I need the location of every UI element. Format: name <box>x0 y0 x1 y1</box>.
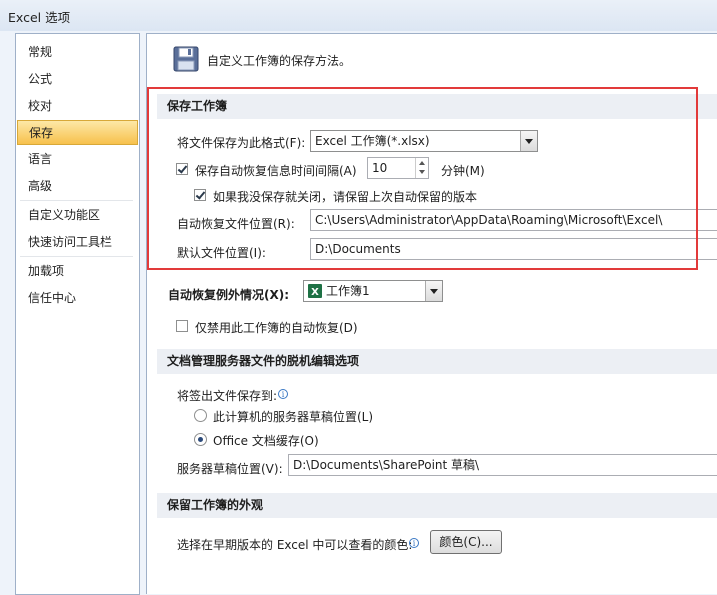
drafts-location-value: D:\Documents\SharePoint 草稿\ <box>293 458 480 472</box>
sidebar-item-proofing[interactable]: 校对 <box>17 94 138 119</box>
drafts-location-input[interactable]: D:\Documents\SharePoint 草稿\ <box>288 454 717 476</box>
sidebar-divider <box>20 256 133 257</box>
excel-workbook-icon: X <box>308 284 322 298</box>
sidebar-divider <box>20 200 133 201</box>
radio-office-cache[interactable] <box>194 433 207 446</box>
autorecover-exceptions-dropdown[interactable]: X 工作簿1 <box>303 280 443 302</box>
sidebar-item-customize-ribbon[interactable]: 自定义功能区 <box>17 203 138 228</box>
section-header-offline-editing: 文档管理服务器文件的脱机编辑选项 <box>157 349 717 374</box>
highlight-annotation-box <box>147 87 698 270</box>
colors-button[interactable]: 颜色(C)... <box>430 530 502 554</box>
sidebar-item-trust-center[interactable]: 信任中心 <box>17 286 138 311</box>
colors-label: 选择在早期版本的 Excel 中可以查看的颜色: <box>177 538 413 552</box>
options-sidebar: 常规 公式 校对 保存 语言 高级 自定义功能区 快速访问工具栏 加载项 信任中… <box>15 33 140 595</box>
sidebar-item-general[interactable]: 常规 <box>17 40 138 65</box>
info-icon: i <box>409 538 419 548</box>
sidebar-item-formulas[interactable]: 公式 <box>17 67 138 92</box>
radio-office-cache-label: Office 文档缓存(O) <box>213 434 319 448</box>
save-disk-icon <box>173 46 199 72</box>
svg-text:X: X <box>311 287 319 298</box>
dropdown-arrow-icon[interactable] <box>425 281 442 301</box>
radio-server-drafts[interactable] <box>194 409 207 422</box>
sidebar-item-add-ins[interactable]: 加载项 <box>17 259 138 284</box>
sidebar-item-advanced[interactable]: 高级 <box>17 174 138 199</box>
disable-autorecover-checkbox[interactable] <box>176 320 188 332</box>
sidebar-item-language[interactable]: 语言 <box>17 147 138 172</box>
drafts-location-label: 服务器草稿位置(V): <box>177 462 283 476</box>
autorecover-exceptions-label: 自动恢复例外情况(X): <box>168 288 290 302</box>
save-checked-out-label: 将签出文件保存到: <box>177 389 278 403</box>
info-icon: i <box>278 389 288 399</box>
sidebar-item-save[interactable]: 保存 <box>17 120 138 145</box>
title-bar: Excel 选项 <box>0 0 717 31</box>
disable-autorecover-label: 仅禁用此工作簿的自动恢复(D) <box>195 321 358 335</box>
section-header-preserve-appearance: 保留工作簿的外观 <box>157 493 717 518</box>
autorecover-exceptions-value: 工作簿1 <box>326 284 370 298</box>
intro-text: 自定义工作簿的保存方法。 <box>207 54 352 68</box>
sidebar-item-quick-access-toolbar[interactable]: 快速访问工具栏 <box>17 230 138 255</box>
window-title: Excel 选项 <box>8 10 71 25</box>
radio-server-drafts-label: 此计算机的服务器草稿位置(L) <box>213 410 374 424</box>
